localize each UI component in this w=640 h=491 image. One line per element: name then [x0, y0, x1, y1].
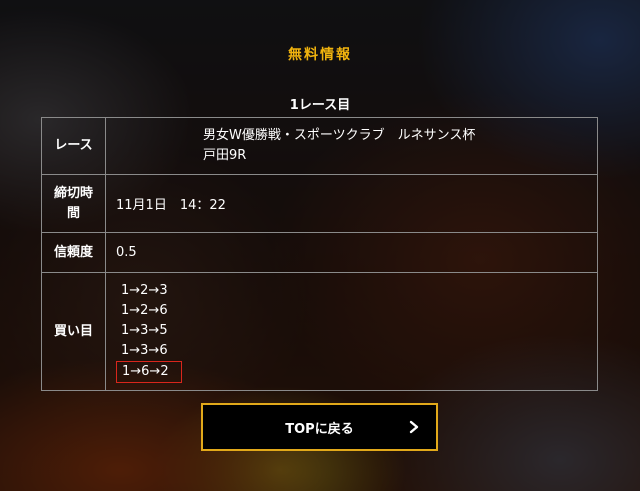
- back-to-top-label: TOPに戻る: [285, 421, 354, 437]
- list-item-highlighted: 1→6→2: [116, 360, 587, 383]
- deadline-label: 締切時 間: [41, 174, 106, 233]
- free-info-panel: 無料情報 1レース目 レース 男女W優勝戦・スポーツクラブ ルネサンス杯 戸田9…: [0, 0, 640, 491]
- race-venue: 戸田9R: [203, 148, 247, 163]
- race-label: レース: [41, 117, 106, 175]
- buy-list: 1→2→3 1→2→6 1→3→5 1→3→6 1→6→2: [116, 281, 587, 383]
- trust-label: 信頼度: [41, 232, 106, 273]
- back-to-top-button[interactable]: TOPに戻る: [201, 403, 438, 451]
- list-item: 1→3→5: [116, 321, 587, 341]
- buy-combination: 1→2→6: [121, 302, 168, 318]
- deadline-value: 11月1日 14：22: [105, 174, 598, 233]
- table-row-buy: 買い目 1→2→3 1→2→6 1→3→5 1→3→6 1→6→2: [41, 272, 598, 391]
- trust-value: 0.5: [105, 232, 598, 273]
- table-row-race: レース 男女W優勝戦・スポーツクラブ ルネサンス杯 戸田9R: [41, 117, 598, 175]
- buy-combination: 1→3→6: [121, 342, 168, 358]
- buy-combination: 1→3→5: [121, 322, 168, 338]
- buy-value: 1→2→3 1→2→6 1→3→5 1→3→6 1→6→2: [105, 272, 598, 391]
- deadline-label-line1: 締切時: [53, 185, 93, 201]
- deadline-label-line2: 間: [66, 205, 80, 221]
- buy-label: 買い目: [41, 272, 106, 391]
- race-heading: 1レース目: [289, 98, 351, 113]
- list-item: 1→2→3: [116, 281, 587, 301]
- list-item: 1→3→6: [116, 341, 587, 361]
- section-title: 無料情報: [288, 47, 352, 63]
- list-item: 1→2→6: [116, 301, 587, 321]
- race-name: 男女W優勝戦・スポーツクラブ ルネサンス杯: [203, 128, 476, 143]
- race-info-table: レース 男女W優勝戦・スポーツクラブ ルネサンス杯 戸田9R 締切時 間 11月…: [41, 117, 598, 391]
- buy-combination-highlighted: 1→6→2: [116, 360, 182, 383]
- table-row-deadline: 締切時 間 11月1日 14：22: [41, 174, 598, 233]
- buy-combination: 1→2→3: [121, 282, 168, 298]
- table-row-trust: 信頼度 0.5: [41, 232, 598, 273]
- chevron-right-icon: [409, 420, 419, 434]
- race-value: 男女W優勝戦・スポーツクラブ ルネサンス杯 戸田9R: [105, 117, 598, 175]
